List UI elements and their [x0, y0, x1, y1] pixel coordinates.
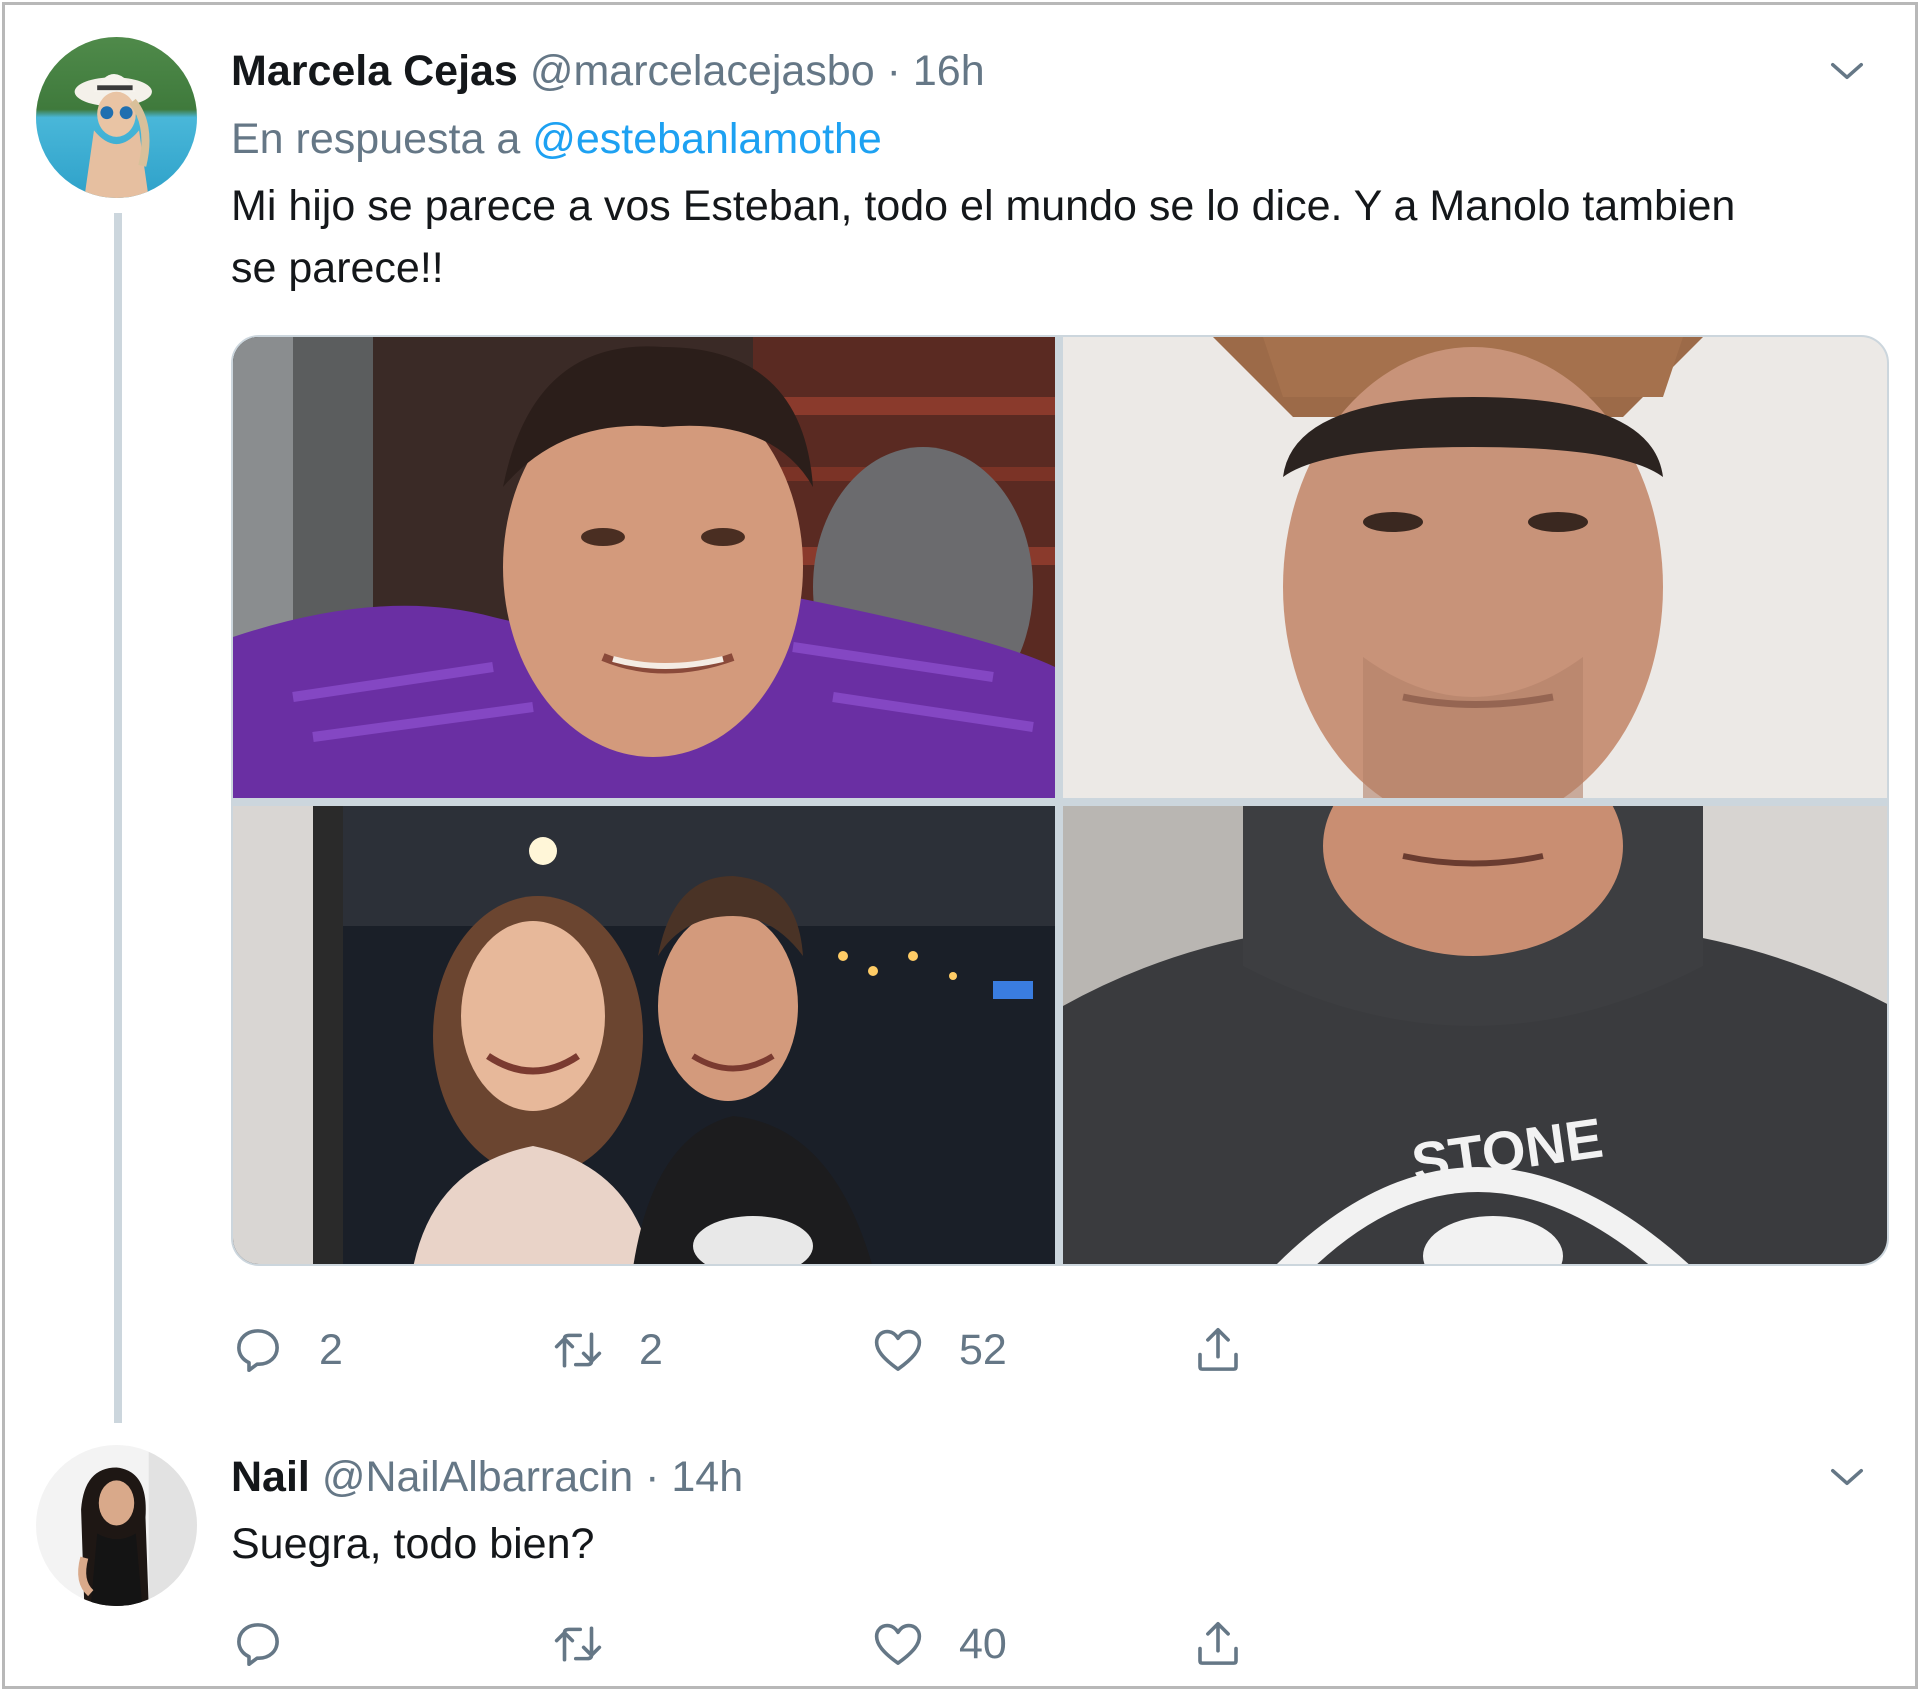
avatar[interactable] [36, 1445, 197, 1606]
timestamp[interactable]: 14h [671, 1453, 743, 1501]
tweet-header: Marcela Cejas @marcelacejasbo · 16h [231, 43, 1875, 99]
like-button[interactable]: 40 [871, 1609, 1007, 1679]
chevron-down-icon [1831, 62, 1863, 80]
retweet-button[interactable]: 2 [551, 1315, 663, 1385]
avatar-image [36, 1445, 197, 1606]
tweet-thread: Marcela Cejas @marcelacejasbo · 16h En r… [2, 2, 1918, 1689]
user-handle[interactable]: @NailAlbarracin [322, 1453, 633, 1501]
separator-dot: · [645, 1453, 660, 1501]
reply-icon [237, 1329, 279, 1373]
share-icon [1198, 1621, 1238, 1665]
share-button[interactable] [1191, 1315, 1245, 1385]
share-button[interactable] [1191, 1609, 1245, 1679]
media-photo-2[interactable] [1063, 337, 1887, 798]
retweet-icon [554, 1626, 602, 1662]
avatar-image [36, 37, 197, 198]
like-count: 52 [959, 1325, 1007, 1374]
display-name[interactable]: Nail [231, 1453, 310, 1501]
media-photo-4[interactable]: STONE [1063, 806, 1887, 1264]
reply-handle-link[interactable]: @estebanlamothe [532, 115, 882, 163]
media-photo-3[interactable] [233, 806, 1055, 1264]
tweet[interactable]: Marcela Cejas @marcelacejasbo · 16h En r… [5, 5, 1915, 1425]
tweet-content: Marcela Cejas @marcelacejasbo · 16h En r… [231, 43, 1875, 299]
more-options-button[interactable] [1819, 1449, 1875, 1505]
like-button[interactable]: 52 [871, 1315, 1007, 1385]
tweet-header: Nail @NailAlbarracin · 14h [231, 1449, 1875, 1505]
reply-button[interactable]: 2 [231, 1315, 343, 1385]
like-count: 40 [959, 1619, 1007, 1668]
reply-button[interactable] [231, 1609, 319, 1679]
tweet-content: Nail @NailAlbarracin · 14h Suegra, todo … [231, 1449, 1875, 1575]
display-name[interactable]: Marcela Cejas [231, 47, 518, 95]
tweet-actions: 40 [231, 1609, 1331, 1679]
photo-image [233, 337, 1055, 798]
reply-icon [237, 1623, 279, 1667]
reply-context: En respuesta a @estebanlamothe [231, 111, 1875, 167]
heart-icon [874, 1329, 922, 1371]
more-options-button[interactable] [1819, 43, 1875, 99]
tweet[interactable]: Nail @NailAlbarracin · 14h Suegra, todo … [5, 1425, 1915, 1692]
photo-image [1063, 337, 1887, 798]
thread-connector-line [114, 213, 122, 1423]
chevron-down-icon [1831, 1468, 1863, 1486]
retweet-button[interactable] [551, 1609, 639, 1679]
retweet-count: 2 [639, 1325, 663, 1374]
retweet-icon [554, 1332, 602, 1368]
reply-prefix: En respuesta a [231, 115, 521, 163]
photo-image: STONE [1063, 806, 1887, 1264]
media-photo-1[interactable] [233, 337, 1055, 798]
reply-count: 2 [319, 1325, 343, 1374]
user-handle[interactable]: @marcelacejasbo [530, 47, 875, 95]
tweet-text: Mi hijo se parece a vos Esteban, todo el… [231, 182, 1736, 292]
photo-image [233, 806, 1055, 1264]
timestamp[interactable]: 16h [913, 47, 985, 95]
tweet-actions: 2 2 52 [231, 1315, 1331, 1385]
media-grid: STONE [231, 335, 1889, 1266]
separator-dot: · [886, 47, 901, 95]
tweet-text: Suegra, todo bien? [231, 1520, 595, 1568]
share-icon [1198, 1327, 1238, 1371]
heart-icon [874, 1623, 922, 1665]
avatar[interactable] [36, 37, 197, 198]
